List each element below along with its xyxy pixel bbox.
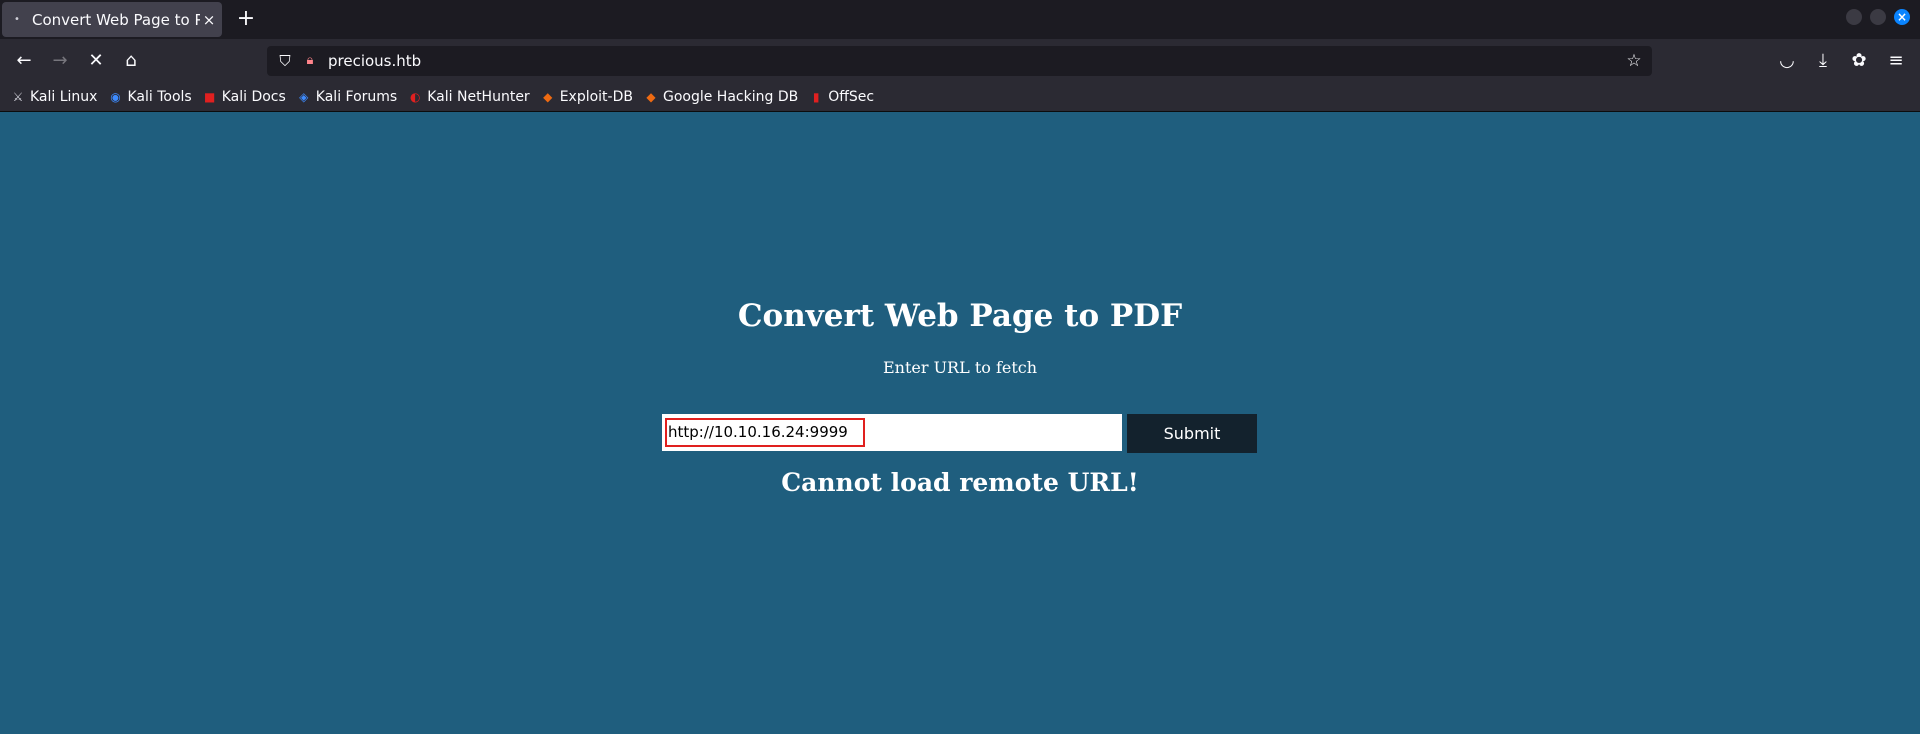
bookmarks-toolbar: ⚔ Kali Linux ◉ Kali Tools ■ Kali Docs ◈ … [0, 82, 1920, 112]
downloads-icon[interactable]: ⤓ [1809, 47, 1837, 75]
maximize-button[interactable] [1870, 9, 1886, 25]
kali-tools-icon: ◉ [110, 89, 121, 104]
bookmark-kali-nethunter[interactable]: ◐ Kali NetHunter [407, 88, 530, 105]
tab-title: Convert Web Page to PDF [32, 10, 200, 29]
exploit-db-icon: ◆ [543, 89, 553, 104]
bookmark-label: Kali Docs [221, 88, 286, 105]
bookmark-offsec[interactable]: ▮ OffSec [808, 89, 874, 105]
kali-nethunter-icon: ◐ [409, 89, 421, 104]
error-message: Cannot load remote URL! [781, 468, 1139, 497]
address-input[interactable] [328, 46, 1578, 76]
bookmark-label: Kali Forums [315, 88, 398, 105]
insecure-lock-icon[interactable]: 🔒︎ [302, 50, 318, 72]
bookmark-kali-docs[interactable]: ■ Kali Docs [202, 89, 286, 105]
pocket-icon[interactable]: ◡ [1773, 47, 1801, 75]
kali-forums-icon: ◈ [299, 89, 309, 104]
tab-strip: • Convert Web Page to PDF × + × [0, 0, 1920, 39]
bookmark-kali-forums[interactable]: ◈ Kali Forums [296, 89, 397, 105]
tab-close-icon[interactable]: × [200, 11, 218, 29]
bookmark-kali-linux[interactable]: ⚔ Kali Linux [10, 88, 98, 105]
bookmark-kali-tools[interactable]: ◉ Kali Tools [107, 89, 191, 105]
window-controls: × [1846, 9, 1910, 25]
bookmark-label: OffSec [828, 88, 875, 105]
stop-loading-icon[interactable]: ✕ [82, 47, 110, 75]
extensions-icon[interactable]: ✿ [1845, 47, 1873, 75]
bookmark-label: Exploit-DB [559, 88, 633, 105]
back-arrow-icon[interactable]: ← [10, 47, 38, 75]
submit-button[interactable]: Submit [1127, 414, 1257, 453]
forward-arrow-icon[interactable]: → [46, 47, 74, 75]
minimize-button[interactable] [1846, 9, 1862, 25]
offsec-icon: ▮ [812, 89, 820, 104]
kali-docs-icon: ■ [204, 89, 216, 104]
page-title: Convert Web Page to PDF [737, 298, 1183, 334]
google-hacking-db-icon: ◆ [646, 89, 656, 104]
page-subtitle: Enter URL to fetch [882, 358, 1038, 377]
hamburger-menu-icon[interactable]: ≡ [1882, 47, 1910, 75]
browser-tab[interactable]: • Convert Web Page to PDF × [2, 2, 222, 37]
bookmark-label: Kali Linux [30, 88, 98, 105]
new-tab-button[interactable]: + [232, 6, 260, 34]
url-input-value-highlight[interactable]: http://10.10.16.24:9999 [665, 418, 865, 447]
bookmark-exploit-db[interactable]: ◆ Exploit-DB [540, 89, 633, 105]
bookmark-label: Kali NetHunter [427, 88, 530, 105]
bookmark-label: Google Hacking DB [662, 88, 799, 105]
window-close-button[interactable]: × [1894, 9, 1910, 25]
tracking-protection-shield-icon[interactable]: ⛉ [275, 50, 295, 72]
navigation-bar: ← → ✕ ⌂ ⛉ 🔒︎ ☆ ◡ ⤓ ✿ ≡ [0, 39, 1920, 82]
bookmark-star-icon[interactable]: ☆ [1624, 50, 1644, 72]
bookmark-label: Kali Tools [127, 88, 192, 105]
url-bar[interactable]: ⛉ 🔒︎ ☆ [267, 46, 1652, 76]
kali-linux-icon: ⚔ [12, 89, 24, 104]
tab-favicon-icon: • [14, 14, 20, 25]
home-icon[interactable]: ⌂ [117, 47, 145, 75]
bookmark-google-hacking-db[interactable]: ◆ Google Hacking DB [643, 89, 798, 105]
page-content: Convert Web Page to PDF Enter URL to fet… [0, 112, 1920, 734]
